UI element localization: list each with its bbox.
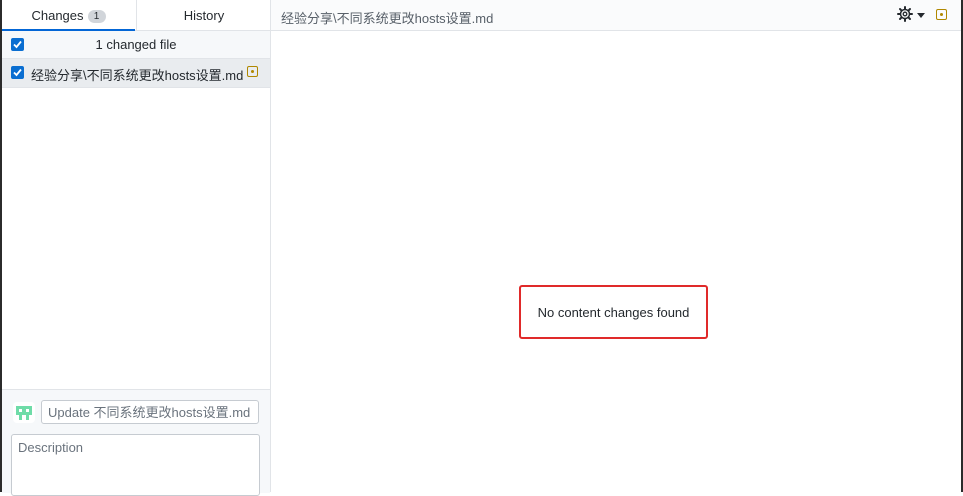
commit-description-input[interactable] — [11, 434, 260, 496]
commit-summary-input[interactable] — [41, 400, 259, 424]
sidebar-tabs: Changes 1 History — [2, 0, 270, 31]
file-include-checkbox[interactable] — [11, 66, 24, 79]
tab-changes[interactable]: Changes 1 — [2, 0, 135, 31]
checkmark-icon — [13, 40, 22, 49]
changed-file-name: 经验分享\不同系统更改hosts设置.md — [31, 68, 244, 83]
select-all-checkbox[interactable] — [11, 38, 24, 51]
diff-file-path: 经验分享\不同系统更改hosts设置.md — [281, 11, 494, 26]
tab-history-label: History — [183, 8, 225, 23]
changed-files-header: 1 changed file — [2, 31, 270, 59]
file-modified-icon — [936, 9, 947, 20]
file-modified-icon — [247, 66, 258, 77]
gear-icon[interactable] — [897, 6, 913, 22]
changes-sidebar: Changes 1 History 1 changed file 经验分享\不同系… — [2, 0, 271, 496]
no-changes-message: No content changes found — [537, 305, 690, 320]
diff-header: 经验分享\不同系统更改hosts设置.md — [271, 0, 961, 31]
caret-down-icon[interactable] — [917, 13, 925, 18]
no-changes-message-box: No content changes found — [519, 285, 708, 339]
diff-panel: 经验分享\不同系统更改hosts设置.md No content changes… — [271, 0, 961, 492]
tab-changes-label: Changes — [31, 8, 84, 23]
user-avatar — [13, 402, 35, 423]
changes-count-badge: 1 — [87, 10, 106, 23]
checkmark-icon — [13, 68, 22, 77]
changed-files-count: 1 changed file — [95, 37, 177, 52]
tab-history[interactable]: History — [136, 0, 271, 30]
